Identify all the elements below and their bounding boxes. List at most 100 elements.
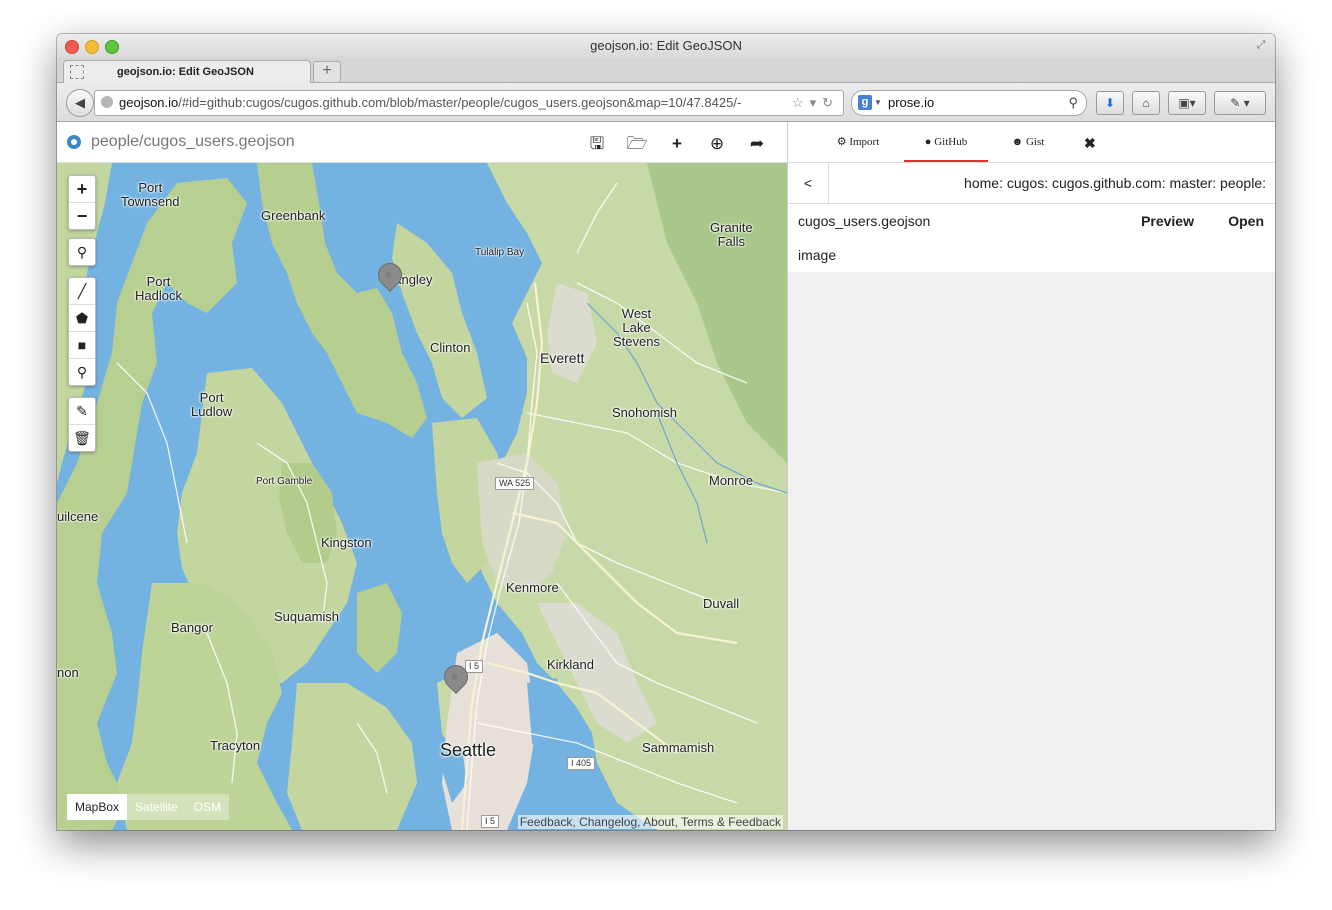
map-label-granite-falls: Granite Falls	[710, 220, 753, 249]
map-label-kenmore: Kenmore	[506, 580, 559, 595]
tab-label: geojson.io: Edit GeoJSON	[117, 66, 254, 78]
map-label-greenbank: Greenbank	[261, 208, 326, 223]
zoom-in-button[interactable]: +	[69, 176, 95, 203]
tab-gist[interactable]: ☻ Gist	[1008, 122, 1048, 160]
layer-satellite[interactable]: Satellite	[127, 794, 186, 820]
close-panel-icon[interactable]: ✖	[1084, 122, 1096, 164]
url-bar-icons: ☆▾↻	[792, 91, 839, 115]
highway-shield-i5: I 5	[465, 660, 484, 673]
close-window-button[interactable]	[65, 40, 79, 54]
download-icon[interactable]: ⊕	[697, 134, 737, 154]
map-label-bangor: Bangor	[171, 620, 213, 635]
zoom-window-button[interactable]	[105, 40, 119, 54]
github-icon: ●	[924, 136, 932, 148]
draw-control: ╱ ⬟ ■ ⚲	[68, 277, 96, 386]
zoom-out-button[interactable]: −	[69, 203, 95, 229]
delete-layers-icon[interactable]: 🗑	[69, 425, 95, 451]
new-tab-button[interactable]: +	[313, 61, 341, 83]
search-bar[interactable]: g ▼ prose.io ⚲	[851, 90, 1087, 116]
map-label-suquamish: Suquamish	[274, 609, 340, 624]
file-title[interactable]: people/cugos_users.geojson	[91, 133, 295, 151]
gear-icon: ⚙	[836, 136, 847, 148]
geocoder-control: ⚲	[68, 238, 96, 266]
file-list-item[interactable]: cugos_users.geojson Preview Open	[788, 203, 1275, 239]
map-label-tracyton: Tracyton	[210, 738, 261, 753]
map-label-west-lake-stevens: West Lake Stevens	[613, 306, 660, 349]
draw-marker-icon[interactable]: ⚲	[69, 359, 95, 385]
map-label-clinton: Clinton	[430, 340, 471, 355]
highway-shield-wa525: WA 525	[495, 477, 535, 490]
layer-switcher: MapBox Satellite OSM	[67, 794, 230, 820]
search-icon[interactable]: ⚲	[69, 239, 95, 265]
share-icon[interactable]: ➦	[737, 134, 777, 154]
back-button[interactable]: ◀	[66, 89, 94, 117]
map-label-kirkland: Kirkland	[547, 657, 594, 672]
map-label-port-ludlow: Port Ludlow	[191, 390, 233, 419]
draw-rectangle-icon[interactable]: ■	[69, 332, 95, 359]
tab-github[interactable]: ● GitHub	[904, 122, 988, 162]
file-actions: 🖫 🗁 + ⊕ ➦	[577, 131, 777, 160]
search-engine-caret-icon[interactable]: ▼	[874, 91, 882, 115]
url-bar[interactable]: geojson.io/#id=github:cugos/cugos.github…	[94, 90, 844, 116]
url-dropdown-icon[interactable]: ▾	[810, 95, 823, 110]
draw-polygon-icon[interactable]: ⬟	[69, 305, 95, 332]
open-button[interactable]: Open	[1228, 204, 1264, 238]
reload-icon[interactable]: ↻	[822, 95, 839, 110]
map-label-duvall: Duvall	[703, 596, 740, 611]
draw-line-icon[interactable]: ╱	[69, 278, 95, 305]
map-column: people/cugos_users.geojson 🖫 🗁 + ⊕ ➦ Por…	[57, 122, 787, 830]
home-button[interactable]: ⌂	[1132, 91, 1160, 115]
breadcrumb-back-button[interactable]: <	[788, 163, 829, 203]
zoom-control: + −	[68, 175, 96, 230]
github-icon	[67, 135, 81, 149]
layer-mapbox[interactable]: MapBox	[67, 794, 128, 820]
preview-button[interactable]: Preview	[1141, 204, 1194, 238]
map-label-quilcene: uilcene	[57, 509, 99, 524]
map-label-sammamish: Sammamish	[642, 740, 715, 755]
menu-button[interactable]: ✎ ▾	[1214, 91, 1266, 115]
navigation-toolbar: ◀ geojson.io/#id=github:cugos/cugos.gith…	[57, 83, 1275, 122]
browser-tab[interactable]: geojson.io: Edit GeoJSON	[63, 60, 311, 83]
tab-favicon-icon	[70, 65, 84, 79]
file-name: cugos_users.geojson	[798, 213, 931, 229]
panel-tabs: ⚙ Import ● GitHub ☻ Gist ✖	[788, 122, 1275, 162]
downloads-button[interactable]: ⬇	[1096, 91, 1124, 115]
search-input[interactable]: prose.io	[888, 91, 934, 115]
breadcrumb: home: cugos: cugos.github.com: master: p…	[964, 175, 1266, 191]
octocat-icon: ☻	[1011, 136, 1024, 148]
breadcrumb-bar: < home: cugos: cugos.github.com: master:…	[788, 162, 1275, 203]
google-search-icon[interactable]: g	[858, 95, 872, 110]
tab-bar: geojson.io: Edit GeoJSON +	[57, 58, 1275, 83]
highway-shield-i5-south: I 5	[481, 815, 500, 828]
bookmarks-button[interactable]: ▣▾	[1168, 91, 1206, 115]
minimize-window-button[interactable]	[85, 40, 99, 54]
edit-control: ✎ 🗑	[68, 397, 96, 452]
map-label-seattle: Seattle	[440, 740, 497, 760]
map-label-tulalip-bay: Tulalip Bay	[475, 247, 525, 258]
bookmark-star-icon[interactable]: ☆	[792, 95, 810, 110]
map-label-kingston: Kingston	[321, 535, 372, 550]
folder-list-item[interactable]: image	[788, 238, 1275, 272]
url-text[interactable]: geojson.io/#id=github:cugos/cugos.github…	[119, 91, 741, 115]
map-label-monroe: Monroe	[709, 473, 754, 488]
folder-name: image	[798, 247, 837, 263]
save-icon[interactable]: 🖫	[577, 131, 617, 160]
fullscreen-icon[interactable]: ⤢	[1255, 39, 1267, 51]
highway-shield-i405: I 405	[567, 757, 596, 770]
layer-osm[interactable]: OSM	[186, 794, 229, 820]
edit-layers-icon[interactable]: ✎	[69, 398, 95, 425]
tab-import[interactable]: ⚙ Import	[832, 122, 884, 160]
map-basemap	[57, 163, 787, 830]
open-icon[interactable]: 🗁	[617, 131, 657, 160]
magnifier-icon[interactable]: ⚲	[1068, 91, 1078, 115]
map-label-port-gamble: Port Gamble	[256, 476, 313, 487]
add-icon[interactable]: +	[657, 134, 697, 154]
map-label-port-townsend: Port Townsend	[121, 180, 180, 209]
window-title: geojson.io: Edit GeoJSON	[590, 38, 742, 53]
map-canvas[interactable]: Port Townsend Greenbank Port Hadlock Langl…	[57, 163, 787, 830]
map-label-everett: Everett	[540, 350, 585, 366]
side-panel: ⚙ Import ● GitHub ☻ Gist ✖ < home: cugos…	[787, 122, 1275, 830]
map-label-snohomish: Snohomish	[612, 405, 678, 420]
map-attribution[interactable]: Feedback, Changelog, About, Terms & Feed…	[517, 815, 783, 829]
file-bar: people/cugos_users.geojson 🖫 🗁 + ⊕ ➦	[57, 122, 787, 163]
